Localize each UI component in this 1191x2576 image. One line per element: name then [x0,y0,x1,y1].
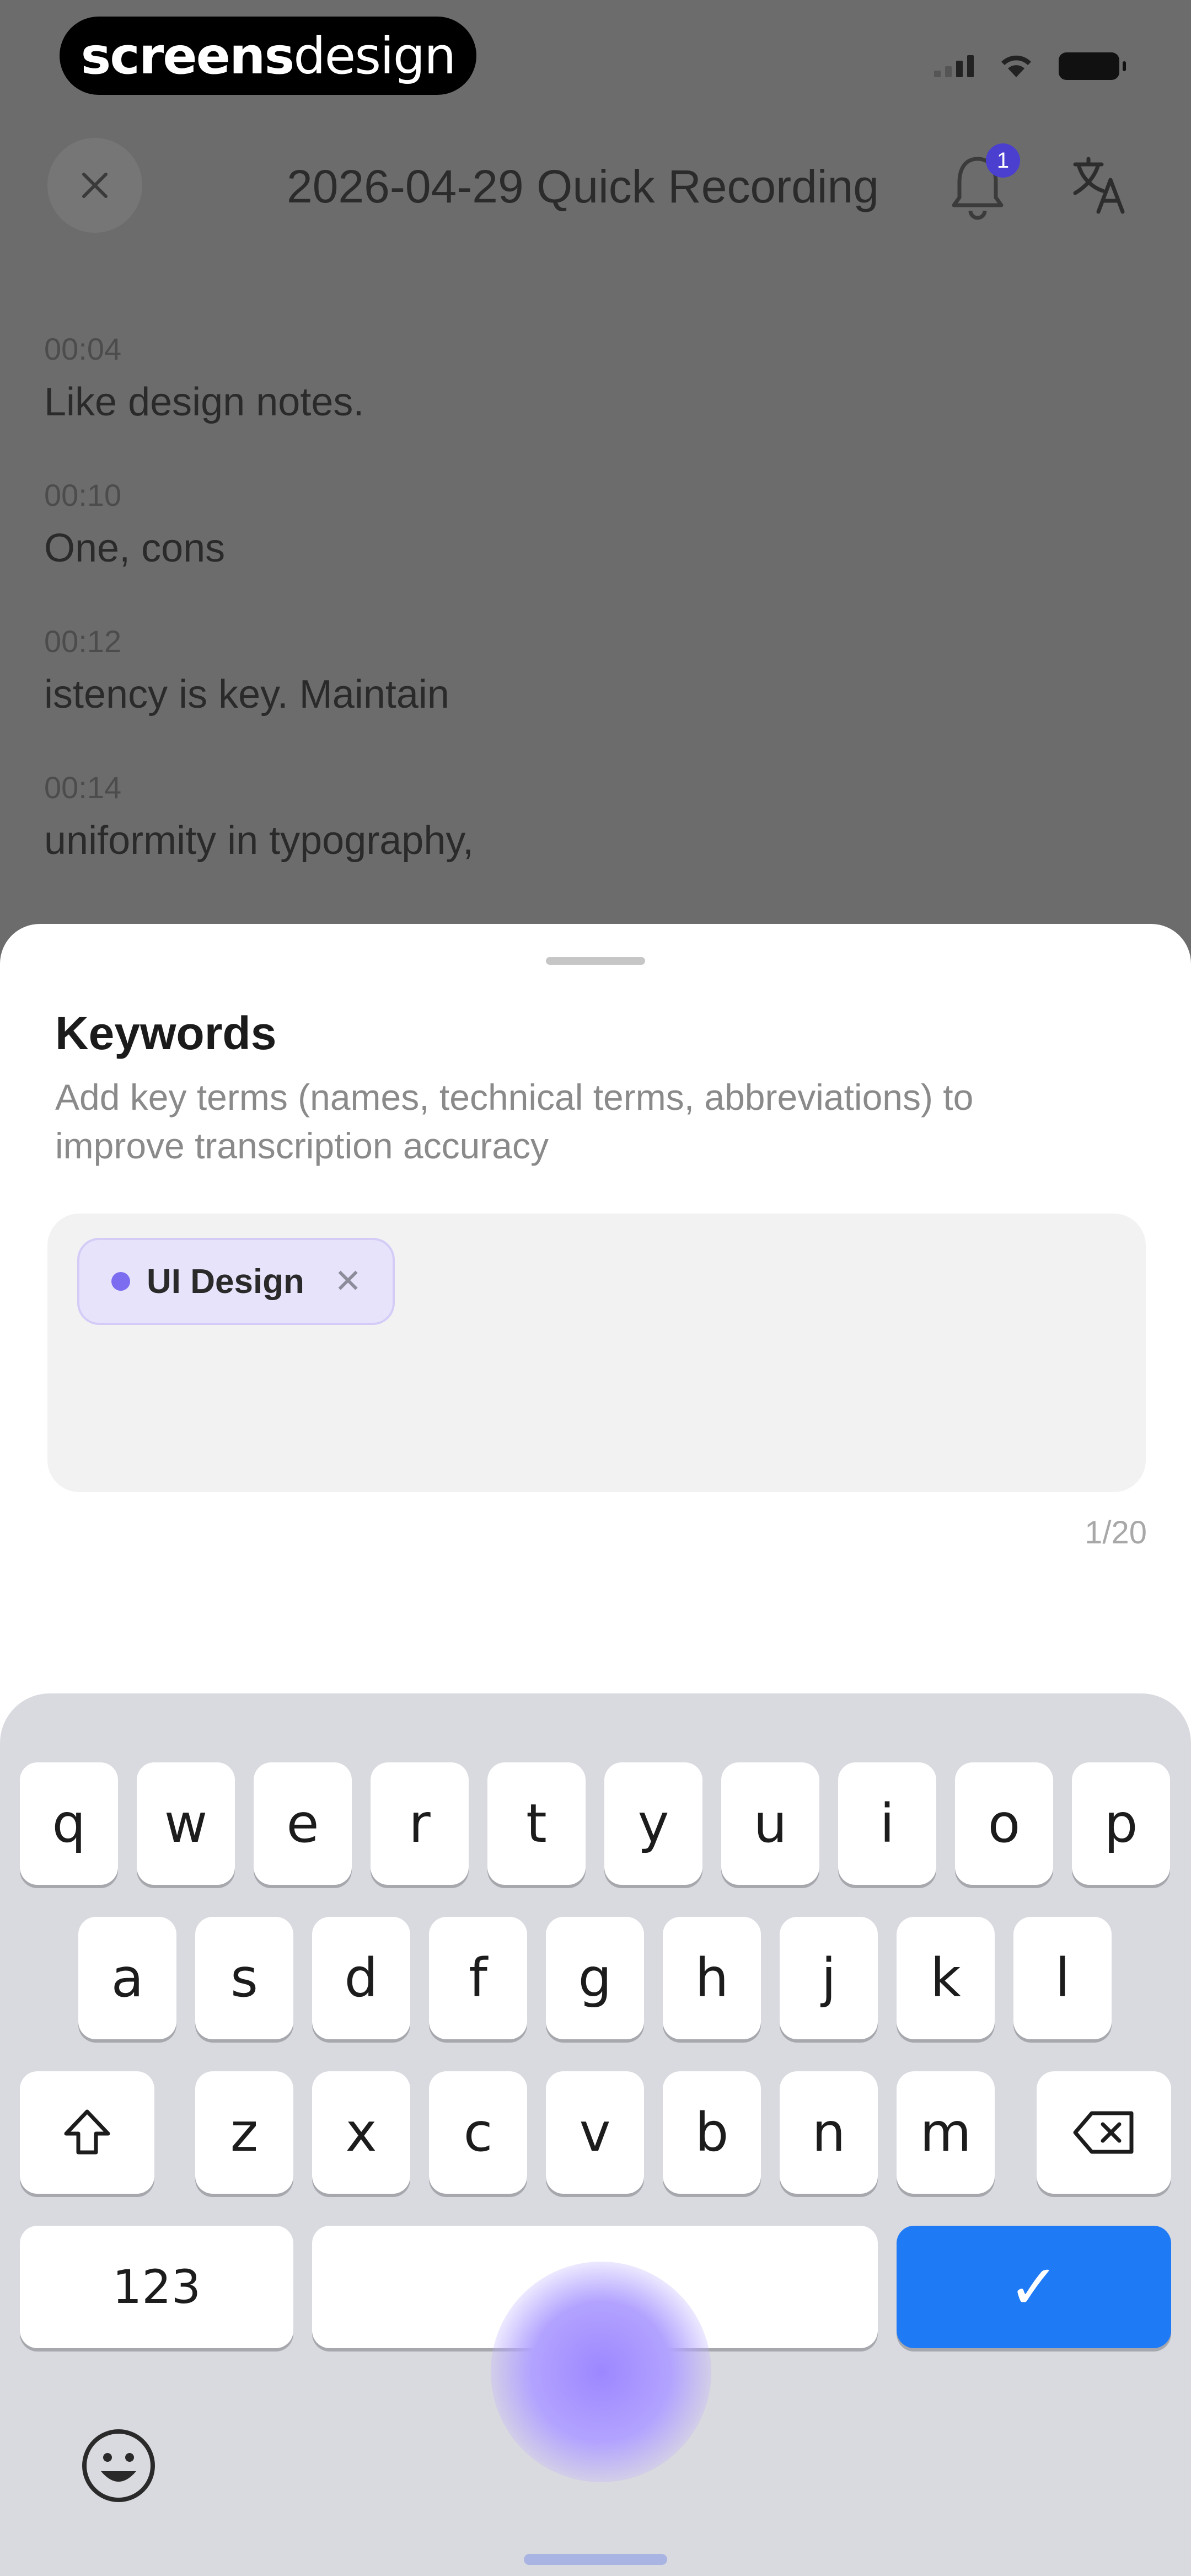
emoji-icon[interactable] [80,2427,157,2504]
sheet-grabber[interactable] [546,957,645,965]
segment-timestamp: 00:12 [44,624,122,659]
key-h[interactable]: h [663,1917,761,2039]
wifi-icon [1001,55,1031,77]
transcript-segment[interactable]: 00:10 One, cons [44,477,1147,571]
numbers-key[interactable]: 123 [20,2226,293,2348]
keyword-counter: 1/20 [1085,1515,1147,1551]
key-s[interactable]: s [195,1917,293,2039]
key-p[interactable]: p [1072,1762,1170,1885]
page-title: 2026-04-29 Quick Recording [287,161,879,212]
segment-text: One, cons [44,526,226,570]
chip-dot-icon [111,1272,130,1291]
segment-text: istency is key. Maintain [44,672,449,717]
status-bar: screensdesign [0,0,1191,110]
key-o[interactable]: o [955,1762,1053,1885]
transcript-segment[interactable]: 00:14 uniformity in typography, [44,769,1147,863]
sheet-title: Keywords [55,1007,277,1059]
close-button[interactable] [47,138,142,233]
key-l[interactable]: l [1013,1917,1112,2039]
backspace-icon [1073,2111,1134,2154]
battery-icon [1059,52,1126,80]
home-indicator [524,2554,667,2565]
top-nav: 2026-04-29 Quick Recording 1 [0,127,1191,243]
key-z[interactable]: z [195,2071,293,2194]
done-key[interactable]: ✓ [897,2226,1171,2348]
segment-text: Like design notes. [44,380,364,424]
keyword-input-area[interactable]: UI Design ✕ [47,1214,1146,1492]
key-w[interactable]: w [137,1762,235,1885]
shift-icon [64,2109,110,2155]
transcript-list: 00:04 Like design notes. 00:10 One, cons… [44,331,1147,916]
transcript-segment[interactable]: 00:04 Like design notes. [44,331,1147,425]
key-k[interactable]: k [897,1917,995,2039]
key-m[interactable]: m [897,2071,995,2194]
key-n[interactable]: n [780,2071,878,2194]
transcript-segment[interactable]: 00:12 istency is key. Maintain [44,623,1147,717]
segment-timestamp: 00:14 [44,770,122,805]
remove-keyword-icon[interactable]: ✕ [334,1262,362,1301]
brand-logo: screensdesign [81,26,457,85]
signal-icon [934,55,974,77]
translate-icon[interactable] [1071,154,1126,215]
delete-key[interactable] [1037,2071,1171,2194]
key-d[interactable]: d [312,1917,410,2039]
key-q[interactable]: q [20,1762,118,1885]
voice-input-glow [491,2262,711,2482]
key-c[interactable]: c [429,2071,527,2194]
brand-watermark: screensdesign [60,17,476,95]
keyboard-row-1: q w e r t y u i o p [0,1762,1191,1885]
key-j[interactable]: j [780,1917,878,2039]
keyboard-row-2: a s d f g h j k l [0,1917,1191,2039]
notification-badge: 1 [986,143,1020,178]
key-t[interactable]: t [487,1762,586,1885]
key-b[interactable]: b [663,2071,761,2194]
shift-key[interactable] [20,2071,154,2194]
close-icon [82,173,108,198]
key-g[interactable]: g [546,1917,644,2039]
keyboard: q w e r t y u i o p a s d f g h j k l z … [0,1693,1191,2576]
segment-timestamp: 00:04 [44,332,122,366]
key-x[interactable]: x [312,2071,410,2194]
key-v[interactable]: v [546,2071,644,2194]
key-r[interactable]: r [371,1762,469,1885]
sheet-description: Add key terms (names, technical terms, a… [55,1077,974,1166]
key-i[interactable]: i [838,1762,936,1885]
segment-text: uniformity in typography, [44,819,474,863]
key-e[interactable]: e [254,1762,352,1885]
key-y[interactable]: y [604,1762,702,1885]
keyword-chip[interactable]: UI Design ✕ [77,1238,395,1325]
keyboard-row-3: z x c v b n m [0,2071,1191,2194]
segment-timestamp: 00:10 [44,478,122,512]
key-a[interactable]: a [78,1917,176,2039]
status-icons [934,52,1126,80]
key-f[interactable]: f [429,1917,527,2039]
key-u[interactable]: u [721,1762,819,1885]
keyword-chip-label: UI Design [147,1262,304,1301]
